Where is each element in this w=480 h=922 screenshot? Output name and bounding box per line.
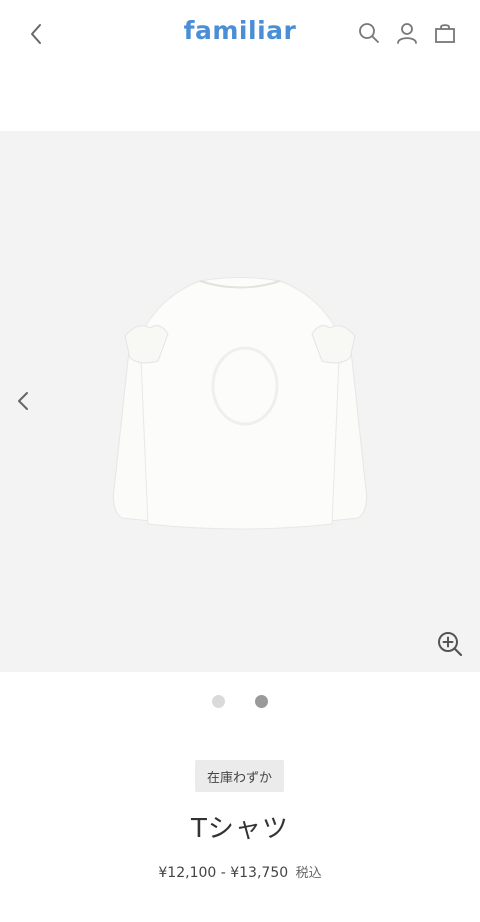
product-image	[113, 277, 367, 530]
zoom-button[interactable]	[434, 628, 466, 660]
user-icon	[397, 23, 417, 44]
price-range: ¥12,100 - ¥13,750 税込	[0, 862, 480, 881]
slide-indicators	[0, 695, 480, 708]
header: familiar	[0, 0, 480, 70]
product-name: Tシャツ	[191, 814, 289, 844]
search-icon	[359, 23, 379, 43]
previous-image-button[interactable]	[10, 386, 36, 416]
cart-button[interactable]	[432, 20, 458, 46]
price-value: ¥12,100 - ¥13,750	[158, 865, 289, 881]
tax-label: 税込	[295, 866, 322, 881]
account-button[interactable]	[394, 20, 420, 46]
slide-dot-2[interactable]	[255, 695, 268, 708]
zoom-in-icon	[438, 632, 463, 657]
slide-dot-1[interactable]	[212, 695, 225, 708]
shopping-bag-icon	[435, 24, 455, 43]
product-image-gallery[interactable]	[0, 131, 480, 672]
chevron-left-icon	[18, 392, 28, 410]
search-button[interactable]	[356, 20, 382, 46]
stock-status-badge: 在庫わずか	[195, 760, 284, 792]
